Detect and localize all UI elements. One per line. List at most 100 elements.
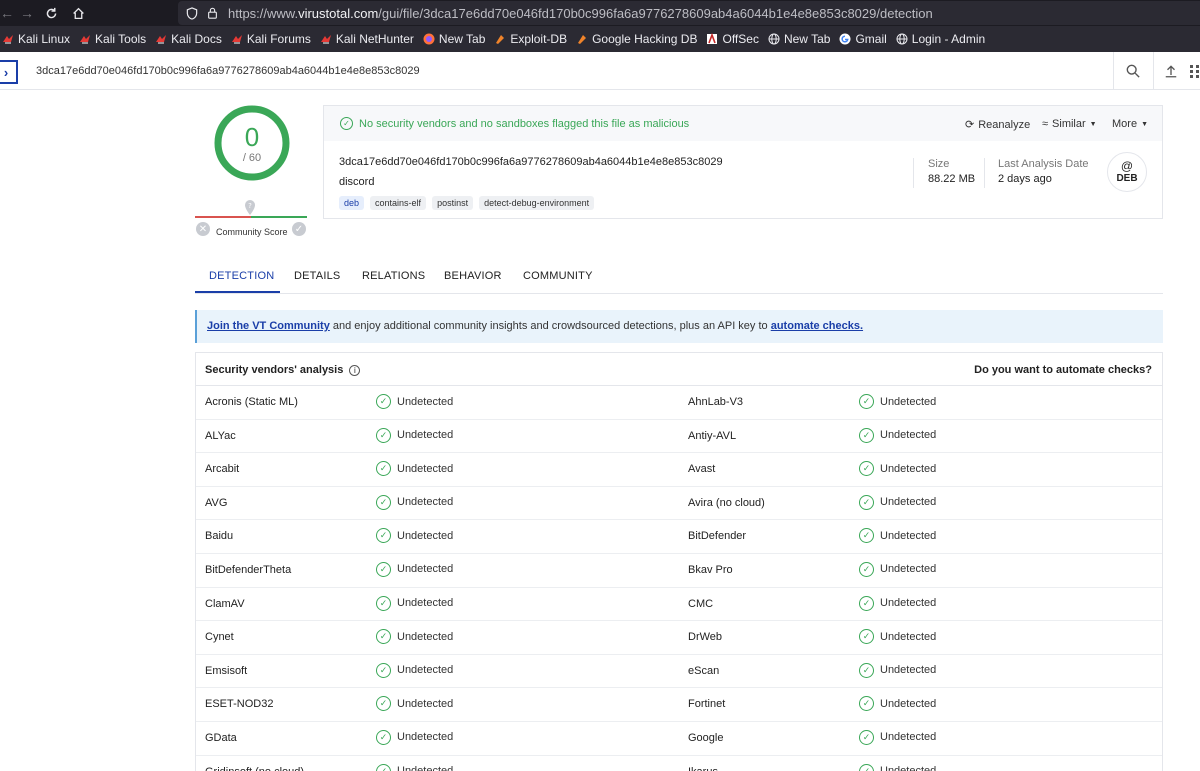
vote-harmless-icon[interactable]: ✓ <box>292 222 306 236</box>
file-tag[interactable]: deb <box>339 196 365 210</box>
info-icon[interactable]: i <box>349 364 361 376</box>
vendor-name: Gridinsoft (no cloud) <box>205 766 304 771</box>
table-row: ClamAV ✓ Undetected CMC ✓ Undetected <box>196 588 1162 622</box>
file-tag[interactable]: detect-debug-environment <box>479 196 595 210</box>
more-button[interactable]: More ▼ <box>1112 118 1148 130</box>
vendor-result: ✓Undetected <box>376 461 453 477</box>
search-button[interactable] <box>1124 62 1142 80</box>
address-bar[interactable]: https://www.virustotal.com/gui/file/3dca… <box>178 1 1200 25</box>
join-community-link[interactable]: Join the VT Community <box>207 320 330 332</box>
vendor-name: CMC <box>688 597 714 610</box>
bookmark-item[interactable]: Exploit-DB <box>494 32 567 46</box>
vendor-result: ✓Undetected <box>859 427 936 443</box>
table-row: Gridinsoft (no cloud) ✓Undetected Ikarus ✓U… <box>196 756 1162 771</box>
vendor-name: Cynet <box>205 631 234 644</box>
tab-detection[interactable]: DETECTION <box>209 270 274 282</box>
table-row: Emsisoft ✓ Undetected eScan ✓ Undetected <box>196 655 1162 689</box>
check-circle-icon: ✓ <box>859 763 874 771</box>
check-circle-icon: ✓ <box>376 696 391 712</box>
tab-community[interactable]: COMMUNITY <box>523 270 593 282</box>
check-circle-icon: ✓ <box>376 763 391 771</box>
check-circle-icon: ✓ <box>376 729 391 745</box>
size-label: Size <box>928 158 950 170</box>
check-circle-icon: ✓ <box>859 494 874 510</box>
lock-icon[interactable] <box>202 7 222 19</box>
vendor-name: Baidu <box>205 530 234 543</box>
tab-behavior[interactable]: BEHAVIOR <box>444 270 502 282</box>
reload-button[interactable] <box>38 0 64 26</box>
check-circle-icon: ✓ <box>859 595 874 611</box>
vendors-rows: Acronis (Static ML) ✓ Undetected AhnLab-V3 ✓… <box>196 386 1162 771</box>
table-row: AVG ✓ Undetected Avira (no cloud) ✓ Undetecte… <box>196 487 1162 521</box>
vendor-result: ✓Undetected <box>859 729 936 745</box>
size-value: 88.22 MB <box>928 173 976 185</box>
vendor-result: ✓Undetected <box>859 528 936 544</box>
tab-bar: DETECTION DETAILS RELATIONS BEHAVIOR COM… <box>195 258 1163 294</box>
check-circle-icon: ✓ <box>859 427 874 443</box>
tab-details[interactable]: DETAILS <box>294 270 340 282</box>
bookmark-item[interactable]: OffSec <box>706 32 759 46</box>
bookmark-item[interactable]: Kali Tools <box>79 32 146 46</box>
engine-total: / 60 <box>242 152 262 164</box>
bookmark-item[interactable]: New Tab <box>768 32 830 46</box>
vendor-result: ✓Undetected <box>859 595 936 611</box>
check-circle-icon: ✓ <box>859 394 874 409</box>
vendor-result: ✓Undetected <box>859 662 936 678</box>
automate-checks-link[interactable]: automate checks. <box>771 320 863 332</box>
table-row: GData ✓ Undetected Google ✓ Undetected <box>196 722 1162 756</box>
bookmark-item[interactable]: New Tab <box>423 32 485 46</box>
vendor-name: Bkav Pro <box>688 563 733 576</box>
banner-text: Join the VT Community and enjoy addition… <box>207 320 864 332</box>
offsec-icon <box>706 33 718 45</box>
vendor-result: ✓Undetected <box>376 394 453 409</box>
last-analysis-label: Last Analysis Date <box>998 158 1089 170</box>
file-hash: 3dca17e6dd70e046fd170b0c996fa6a977627860… <box>339 156 723 168</box>
vendor-name: ClamAV <box>205 597 245 610</box>
bookmark-label: Exploit-DB <box>510 32 568 46</box>
check-circle-icon: ✓ <box>376 662 391 678</box>
file-tag[interactable]: postinst <box>432 196 474 210</box>
vendor-name: Arcabit <box>205 463 240 476</box>
vendor-result: ✓Undetected <box>859 629 936 645</box>
bookmark-item[interactable]: Kali Linux <box>2 32 70 46</box>
bookmark-label: Kali Docs <box>171 32 222 46</box>
file-tags: deb contains-elf postinst detect-debug-envi… <box>339 196 595 210</box>
bookmark-item[interactable]: Google Hacking DB <box>576 32 697 46</box>
bookmark-item[interactable]: Kali Docs <box>155 32 222 46</box>
vendors-table: Security vendors' analysis i Do you want… <box>195 352 1163 771</box>
bookmark-item[interactable]: Kali Forums <box>231 32 311 46</box>
bookmark-label: Gmail <box>855 32 887 46</box>
tab-relations[interactable]: RELATIONS <box>362 270 425 282</box>
check-circle-icon: ✓ <box>859 461 874 477</box>
reanalyze-button[interactable]: ⟳ Reanalyze <box>965 118 1030 132</box>
vendor-name: Avira (no cloud) <box>688 496 765 509</box>
bookmark-item[interactable]: Gmail <box>839 32 887 46</box>
check-circle-icon: ✓ <box>859 561 874 577</box>
forward-button[interactable]: → <box>14 0 40 26</box>
meta-divider <box>913 158 914 188</box>
vendor-result: ✓Undetected <box>859 461 936 477</box>
virustotal-logo[interactable]: › <box>0 60 18 84</box>
bookmark-item[interactable]: Kali NetHunter <box>320 32 414 46</box>
check-circle-icon: ✓ <box>859 629 874 645</box>
active-tab-indicator <box>195 291 280 293</box>
file-tag[interactable]: contains-elf <box>370 196 427 210</box>
url-text[interactable]: https://www.virustotal.com/gui/file/3dca… <box>228 6 933 21</box>
similar-button[interactable]: ≈ Similar ▼ <box>1042 118 1097 130</box>
bookmark-label: New Tab <box>438 32 486 46</box>
vendor-result: ✓Undetected <box>376 595 453 611</box>
header-divider <box>1113 52 1114 90</box>
upload-button[interactable] <box>1162 62 1180 80</box>
home-button[interactable] <box>65 0 91 26</box>
bookmark-item[interactable]: Login - Admin <box>896 32 985 46</box>
apps-button[interactable] <box>1186 62 1200 80</box>
search-input[interactable]: 3dca17e6dd70e046fd170b0c996fa6a977627860… <box>36 65 420 77</box>
chevron-down-icon: ▼ <box>1141 120 1148 128</box>
vote-malicious-icon[interactable]: ✕ <box>196 222 210 236</box>
shield-icon[interactable] <box>182 6 202 20</box>
kali-dragon-icon <box>231 33 243 45</box>
automate-checks-link[interactable]: Do you want to automate checks? <box>974 364 1152 376</box>
community-score-label: Community Score <box>216 227 288 237</box>
table-row: ESET-NOD32 ✓ Undetected Fortinet ✓ Undetected <box>196 688 1162 722</box>
table-row: Arcabit ✓ Undetected Avast ✓ Undetected <box>196 453 1162 487</box>
